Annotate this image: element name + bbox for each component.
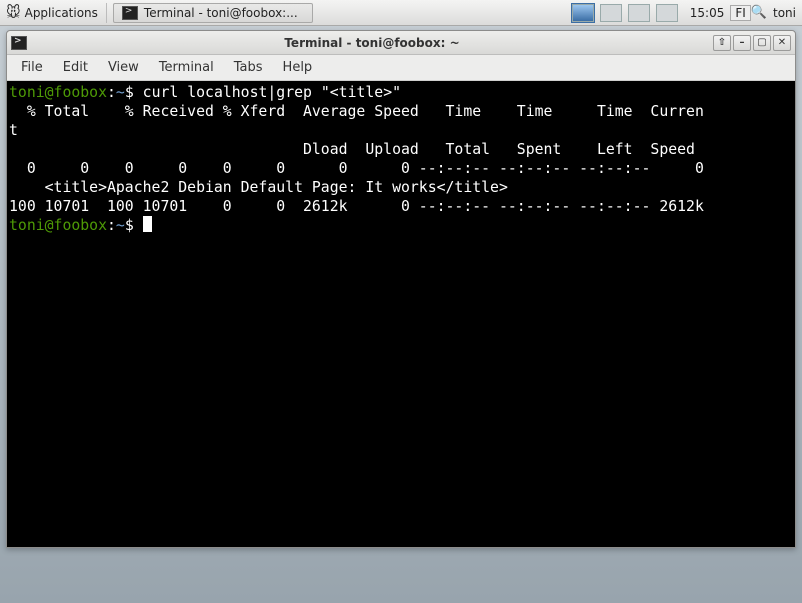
workspace-4[interactable] <box>656 4 678 22</box>
terminal-icon <box>122 6 138 20</box>
prompt-sym: $ <box>125 84 143 101</box>
applications-menu[interactable]: 🐭 Applications <box>0 5 104 21</box>
terminal-icon <box>11 36 27 50</box>
output-line: <title>Apache2 Debian Default Page: It w… <box>9 179 508 196</box>
command-text: curl localhost|grep "<title>" <box>143 84 401 101</box>
prompt-path: ~ <box>116 217 125 234</box>
menu-view[interactable]: View <box>100 58 147 77</box>
keyboard-layout[interactable]: FI <box>730 5 750 21</box>
menubar: File Edit View Terminal Tabs Help <box>7 55 795 81</box>
window-maximize-button[interactable]: ▢ <box>753 35 771 51</box>
menu-edit[interactable]: Edit <box>55 58 96 77</box>
window-titlebar[interactable]: Terminal - toni@foobox: ~ ⇧ – ▢ ✕ <box>7 31 795 55</box>
top-panel: 🐭 Applications Terminal - toni@foobox:..… <box>0 0 802 26</box>
panel-user[interactable]: toni <box>767 6 802 20</box>
menu-help[interactable]: Help <box>275 58 321 77</box>
terminal-window: Terminal - toni@foobox: ~ ⇧ – ▢ ✕ File E… <box>6 30 796 548</box>
menu-file[interactable]: File <box>13 58 51 77</box>
output-line: 100 10701 100 10701 0 0 2612k 0 --:--:--… <box>9 198 704 215</box>
menu-terminal[interactable]: Terminal <box>151 58 222 77</box>
output-line: 0 0 0 0 0 0 0 0 --:--:-- --:--:-- --:--:… <box>9 160 704 177</box>
output-line: Dload Upload Total Spent Left Speed <box>9 141 695 158</box>
workspace-2[interactable] <box>600 4 622 22</box>
window-ontop-button[interactable]: ⇧ <box>713 35 731 51</box>
mouse-icon: 🐭 <box>6 5 21 21</box>
taskbar-item-terminal[interactable]: Terminal - toni@foobox:... <box>113 3 313 23</box>
prompt-user: toni@foobox <box>9 217 107 234</box>
terminal-area[interactable]: toni@foobox:~$ curl localhost|grep "<tit… <box>7 81 795 547</box>
cursor <box>143 216 152 232</box>
applications-label: Applications <box>25 6 98 20</box>
output-line: t <box>9 122 18 139</box>
window-title: Terminal - toni@foobox: ~ <box>33 36 711 50</box>
panel-clock[interactable]: 15:05 <box>684 6 731 20</box>
panel-separator <box>106 3 107 23</box>
workspace-3[interactable] <box>628 4 650 22</box>
window-minimize-button[interactable]: – <box>733 35 751 51</box>
workspace-switcher[interactable] <box>566 4 684 22</box>
prompt-sym: $ <box>125 217 143 234</box>
task-label: Terminal - toni@foobox:... <box>144 6 298 20</box>
prompt-path: ~ <box>116 84 125 101</box>
prompt-sep: : <box>107 217 116 234</box>
workspace-1[interactable] <box>572 4 594 22</box>
output-line: % Total % Received % Xferd Average Speed… <box>9 103 704 120</box>
window-close-button[interactable]: ✕ <box>773 35 791 51</box>
prompt-user: toni@foobox <box>9 84 107 101</box>
search-icon[interactable]: 🔍 <box>751 5 767 20</box>
menu-tabs[interactable]: Tabs <box>226 58 271 77</box>
prompt-sep: : <box>107 84 116 101</box>
